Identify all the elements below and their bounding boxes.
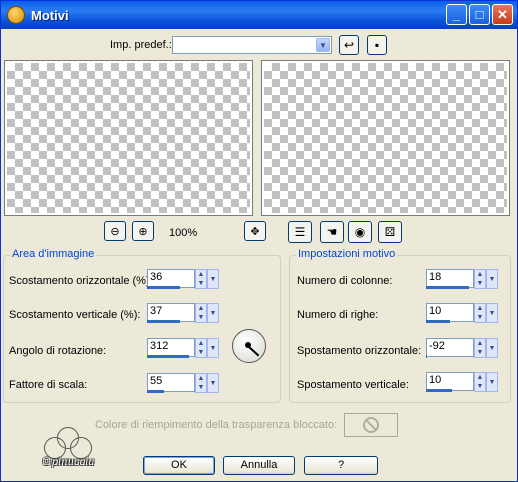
rows-spinner: 10 ▲ ▼ ▼ [426, 303, 498, 323]
chevron-down-icon[interactable]: ▼ [486, 269, 498, 289]
horizontal-offset-label: Scostamento orizzontale (%): [9, 275, 153, 287]
minimize-button[interactable]: _ [446, 4, 467, 25]
spin-updown-icon[interactable]: ▲ ▼ [474, 269, 486, 289]
horizontal-shift-input[interactable]: -92 [426, 338, 474, 357]
close-button[interactable]: ✕ [492, 4, 513, 25]
dice-icon: ⚄ [384, 225, 396, 239]
random-dice-button[interactable]: ⚄ [378, 221, 402, 243]
scale-factor-spinner: 55 ▲ ▼ ▼ [147, 373, 219, 393]
horizontal-offset-spinner: 36 ▲ ▼ ▼ [147, 269, 219, 289]
window-controls: _ □ ✕ [446, 4, 513, 25]
columns-label: Numero di colonne: [297, 275, 393, 287]
save-preset-button[interactable]: ▪ [367, 35, 387, 55]
save-disk-icon: ▪ [374, 38, 380, 52]
list-icon: ☰ [294, 225, 306, 239]
pan-button[interactable]: ✥ [244, 221, 266, 241]
vertical-offset-spinner: 37 ▲ ▼ ▼ [147, 303, 219, 323]
vertical-shift-spinner: 10 ▲ ▼ ▼ [426, 372, 498, 392]
horizontal-shift-spinner: -92 ▲ ▼ ▼ [426, 338, 498, 358]
rows-bar [426, 320, 450, 323]
zoom-in-icon: ⊕ [138, 225, 148, 238]
chevron-down-icon[interactable]: ▼ [207, 373, 219, 393]
columns-spinner: 18 ▲ ▼ ▼ [426, 269, 498, 289]
no-color-icon [363, 417, 379, 433]
columns-bar [426, 286, 469, 289]
maximize-button[interactable]: □ [469, 4, 490, 25]
chevron-down-icon[interactable]: ▼ [207, 338, 219, 358]
preset-dropdown[interactable]: ▼ [172, 36, 332, 54]
horizontal-offset-bar [147, 286, 180, 289]
logo-text: ©pinuccia [41, 457, 95, 468]
spin-updown-icon[interactable]: ▲ ▼ [195, 303, 207, 323]
chevron-down-icon[interactable]: ▼ [486, 303, 498, 323]
app-icon [7, 6, 25, 24]
chevron-down-icon[interactable]: ▼ [486, 338, 498, 358]
move-icon: ✥ [250, 225, 260, 238]
preview-toggle-button[interactable]: ◉ [348, 221, 372, 243]
vertical-shift-bar [426, 389, 452, 392]
chevron-down-icon[interactable]: ▼ [486, 372, 498, 392]
dial-knob [245, 342, 251, 348]
spin-updown-icon[interactable]: ▲ ▼ [195, 338, 207, 358]
area-title: Area d'immagine [10, 248, 97, 260]
spin-updown-icon[interactable]: ▲ ▼ [195, 269, 207, 289]
rotation-angle-label: Angolo di rotazione: [9, 345, 107, 357]
zoom-in-button[interactable]: ⊕ [132, 221, 154, 241]
title-bar[interactable]: Motivi _ □ ✕ [1, 1, 517, 29]
scale-factor-label: Fattore di scala: [9, 379, 88, 391]
dialog-window: Motivi _ □ ✕ Imp. predef.: ▼ ↩ ▪ ⊖ ⊕ 100… [0, 0, 518, 482]
vertical-offset-label: Scostamento verticale (%): [9, 309, 141, 321]
transparency-fill-swatch[interactable] [344, 413, 398, 437]
zoom-out-button[interactable]: ⊖ [104, 221, 126, 241]
undo-arrow-icon: ↩ [343, 38, 355, 52]
window-title: Motivi [31, 7, 69, 23]
zoom-out-icon: ⊖ [110, 225, 120, 238]
ok-button[interactable]: OK [143, 456, 215, 475]
zoom-level: 100% [169, 227, 198, 239]
pinuccia-logo: ©pinuccia [33, 427, 103, 473]
rotation-dial[interactable] [232, 329, 266, 363]
cancel-button[interactable]: Annulla [223, 456, 295, 475]
transparency-fill-label: Colore di riempimento della trasparenza … [95, 419, 338, 431]
chevron-down-icon[interactable]: ▼ [207, 269, 219, 289]
chevron-down-icon[interactable]: ▼ [316, 38, 330, 52]
spin-updown-icon[interactable]: ▲ ▼ [474, 372, 486, 392]
horizontal-shift-label: Spostamento orizzontale: [297, 345, 422, 357]
after-preview[interactable] [261, 60, 510, 216]
help-button[interactable]: ? [304, 456, 378, 475]
preset-label: Imp. predef.: [110, 39, 172, 51]
reset-preset-button[interactable]: ↩ [339, 35, 359, 55]
preset-row: Imp. predef.: ▼ ↩ ▪ [1, 35, 517, 55]
scale-factor-bar [147, 390, 164, 393]
rows-label: Numero di righe: [297, 309, 379, 321]
eye-icon: ◉ [354, 225, 366, 239]
logo-circle-top [57, 427, 79, 449]
vertical-shift-label: Spostamento verticale: [297, 379, 409, 391]
hand-icon: ☚ [326, 225, 338, 239]
proof-toggle-button[interactable]: ☰ [288, 221, 312, 243]
spin-updown-icon[interactable]: ▲ ▼ [195, 373, 207, 393]
spin-updown-icon[interactable]: ▲ ▼ [474, 338, 486, 358]
settings-title: Impostazioni motivo [296, 248, 398, 260]
before-preview[interactable] [4, 60, 253, 216]
rotation-angle-spinner: 312 ▲ ▼ ▼ [147, 338, 219, 358]
dial-needle [248, 346, 260, 357]
chevron-down-icon[interactable]: ▼ [207, 303, 219, 323]
rotation-angle-bar [147, 355, 189, 358]
vertical-offset-bar [147, 320, 180, 323]
randomize-button[interactable]: ☚ [320, 221, 344, 243]
horizontal-shift-bar [426, 355, 427, 358]
spin-updown-icon[interactable]: ▲ ▼ [474, 303, 486, 323]
